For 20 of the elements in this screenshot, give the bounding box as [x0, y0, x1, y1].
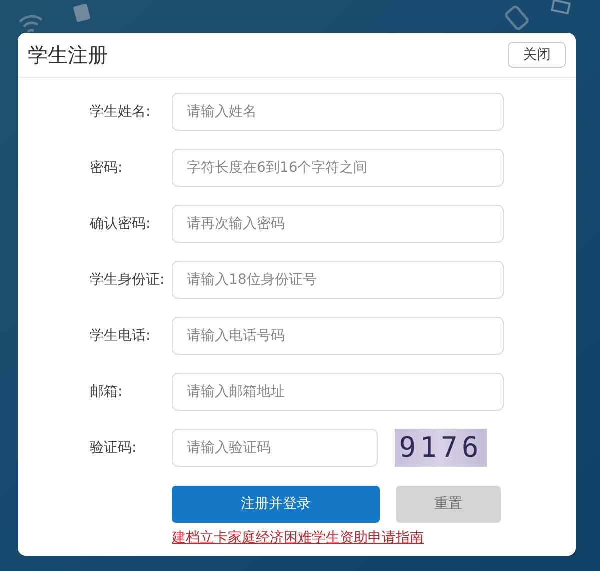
text-field[interactable]: 请输入18位身份证号: [172, 261, 504, 299]
register-button[interactable]: 注册并登录: [172, 486, 380, 523]
field-label: 密码:: [90, 158, 124, 178]
tablet-icon: [504, 5, 532, 31]
text-field[interactable]: 字符长度在6到16个字符之间: [172, 149, 504, 187]
text-field[interactable]: 请再次输入密码: [172, 205, 504, 243]
text-field[interactable]: 请输入姓名: [172, 93, 504, 131]
text-field[interactable]: 请输入电话号码: [172, 317, 504, 355]
close-button[interactable]: 关闭: [508, 42, 566, 68]
guide-link[interactable]: 建档立卡家庭经济困难学生资助申请指南: [172, 528, 424, 549]
captcha-image[interactable]: 9176: [395, 429, 487, 467]
text-field[interactable]: 请输入邮箱地址: [172, 373, 504, 411]
field-label: 学生姓名:: [90, 102, 152, 122]
captcha-field[interactable]: 请输入验证码: [172, 429, 378, 467]
field-label: 确认密码:: [90, 214, 152, 234]
field-label: 学生电话:: [90, 326, 152, 346]
field-label: 邮箱:: [90, 382, 124, 402]
field-label: 验证码:: [90, 438, 138, 458]
dialog-title: 学生注册: [28, 42, 108, 69]
field-label: 学生身份证:: [90, 270, 166, 290]
